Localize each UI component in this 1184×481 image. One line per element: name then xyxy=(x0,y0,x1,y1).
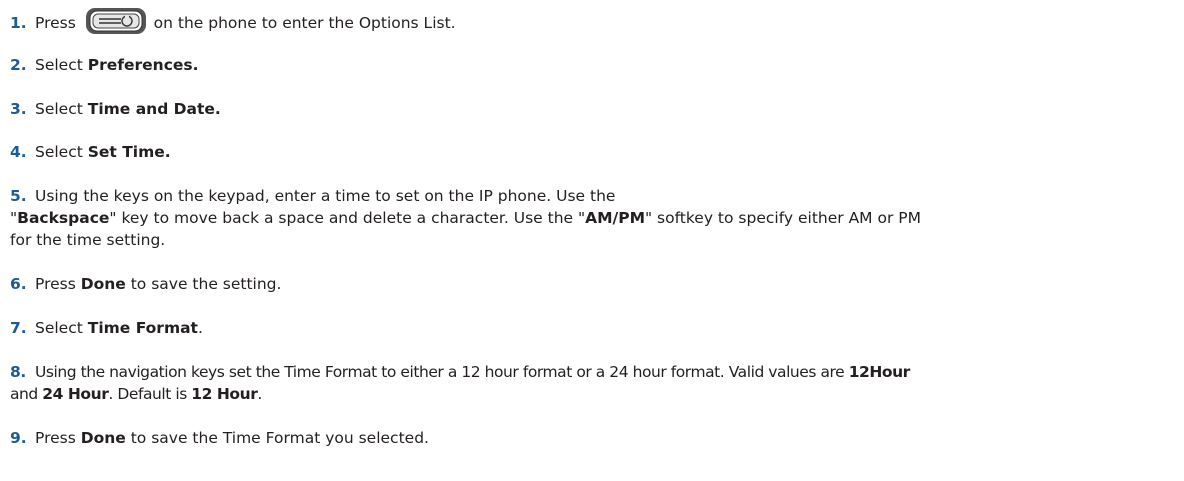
value-label: 24 Hour xyxy=(42,385,109,403)
step-text: on the phone to enter the Options List. xyxy=(153,14,456,32)
value-label: 12 Hour xyxy=(191,385,258,403)
instruction-list: 1. Press on the phone to enter the Option… xyxy=(0,0,1184,481)
step-text: Press xyxy=(35,14,76,32)
step-6: 6. Press Done to save the setting. xyxy=(10,275,282,293)
step-2: 2. Select Preferences. xyxy=(10,54,1180,76)
step-number: 6. xyxy=(10,275,27,293)
key-name: Backspace xyxy=(17,209,110,227)
step-number: 8. xyxy=(10,363,26,381)
softkey-name: AM/PM xyxy=(585,209,645,227)
step-8: 8. Using the navigation keys set the Time… xyxy=(10,363,911,403)
step-text: Select xyxy=(35,56,88,74)
step-number: 5. xyxy=(10,187,27,205)
step-number: 9. xyxy=(10,429,27,447)
step-text: Using the keys on the keypad, enter a ti… xyxy=(35,187,616,205)
step-text: Select xyxy=(35,143,88,161)
menu-item-label: Set Time. xyxy=(87,143,171,161)
softkey-name: Done xyxy=(80,429,126,447)
menu-item-label: Preferences. xyxy=(87,56,199,74)
step-1: 1. Press on the phone to enter the Option… xyxy=(10,7,1180,35)
menu-item-label: Time and Date. xyxy=(87,100,221,118)
step-3: 3. Select Time and Date. xyxy=(10,98,1180,120)
step-number: 1. xyxy=(10,14,27,32)
menu-item-label: Time Format xyxy=(87,319,198,337)
softkey-name: Done xyxy=(80,275,126,293)
step-5: 5. Using the keys on the keypad, enter a … xyxy=(10,187,921,249)
step-number: 7. xyxy=(10,319,27,337)
step-text: Select xyxy=(35,100,88,118)
step-4: 4. Select Set Time. xyxy=(10,141,1180,163)
value-label: 12Hour xyxy=(848,363,911,381)
step-number: 2. xyxy=(10,56,27,74)
step-number: 3. xyxy=(10,100,27,118)
options-key-icon xyxy=(85,7,147,35)
step-9: 9. Press Done to save the Time Format you… xyxy=(10,429,429,447)
step-number: 4. xyxy=(10,143,27,161)
step-7: 7. Select Time Format. xyxy=(10,319,203,337)
